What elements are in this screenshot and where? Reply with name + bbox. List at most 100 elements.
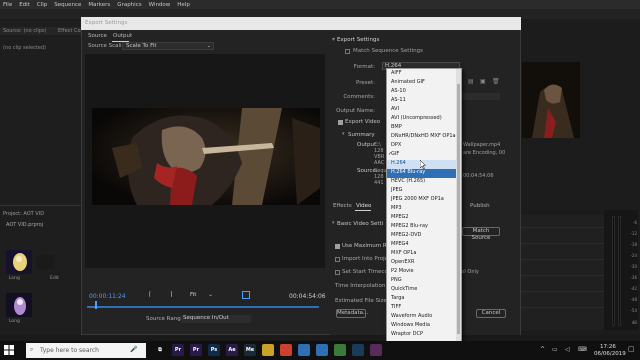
network-icon[interactable]: ▭ (552, 346, 558, 353)
keyboard-language-icon[interactable]: ⌨ (578, 346, 587, 353)
use-max-render-checkbox[interactable] (335, 244, 340, 249)
comments-field[interactable] (462, 93, 500, 100)
format-option[interactable]: AVI (Uncompressed) (389, 114, 456, 123)
mark-in-icon[interactable]: ⌈ (149, 291, 157, 299)
match-source-button[interactable]: Match Source (462, 227, 500, 241)
menu-window[interactable]: Window (149, 2, 171, 8)
format-option[interactable]: Windows Media (389, 321, 456, 330)
windows-start-icon[interactable] (4, 345, 14, 355)
menu-clip[interactable]: Clip (37, 2, 47, 8)
format-option[interactable]: AIFF (389, 69, 456, 78)
format-option[interactable]: GIF (389, 150, 456, 159)
format-option[interactable]: AS-11 (389, 96, 456, 105)
format-option[interactable]: MPEG4 (389, 240, 456, 249)
format-option[interactable]: HEVC (H.265) (389, 177, 456, 186)
tab-effect-controls[interactable]: Effect Controls (58, 28, 82, 34)
format-option[interactable]: Waveform Audio (389, 312, 456, 321)
file-explorer-icon[interactable] (262, 344, 274, 356)
format-option[interactable]: MXF OP1a (389, 249, 456, 258)
playhead[interactable] (95, 301, 97, 309)
mark-out-icon[interactable]: ⌉ (170, 291, 178, 299)
store-icon[interactable] (316, 344, 328, 356)
save-preset-icon[interactable]: ▤ (468, 78, 474, 85)
format-option[interactable]: Wraptor DCP (389, 330, 456, 339)
microphone-icon[interactable]: 🎤 (130, 346, 137, 353)
tab-video[interactable]: Video (356, 203, 371, 209)
after-effects-icon[interactable]: Ae (226, 344, 238, 356)
import-into-project-checkbox[interactable] (335, 257, 340, 262)
meter-tick: -18 (630, 242, 637, 247)
menu-sequence[interactable]: Sequence (54, 2, 81, 8)
format-option[interactable]: OpenEXR (389, 258, 456, 267)
delete-preset-icon[interactable]: 🗑 (492, 78, 500, 85)
format-option[interactable]: MPEG2-DVD (389, 231, 456, 240)
collapse-arrow-icon[interactable]: ▾ (342, 131, 345, 137)
zoom-fit-select[interactable]: Fit ⌄ (190, 292, 220, 300)
format-option[interactable]: MP3 (389, 204, 456, 213)
format-option[interactable]: AS-10 (389, 87, 456, 96)
clock-time[interactable]: 17:26 (600, 344, 616, 350)
format-option[interactable]: QuickTime (389, 285, 456, 294)
format-option[interactable]: DPX (389, 141, 456, 150)
collapse-arrow-icon[interactable]: ▾ (332, 220, 335, 226)
format-option[interactable]: JPEG (389, 186, 456, 195)
tray-chevron-icon[interactable]: ^ (540, 346, 545, 353)
tab-output-preview[interactable]: Output (113, 33, 132, 39)
format-option[interactable]: P2 Movie (389, 267, 456, 276)
project-thumbnail[interactable] (6, 293, 32, 317)
tab-publish[interactable]: Publish (470, 203, 490, 209)
menu-markers[interactable]: Markers (88, 2, 110, 8)
timeline-tracks[interactable] (520, 215, 604, 330)
dropdown-scroll-thumb[interactable] (457, 84, 460, 334)
format-option[interactable]: MPEG2 (389, 213, 456, 222)
cancel-button[interactable]: Cancel (476, 309, 506, 318)
app-icon[interactable] (370, 344, 382, 356)
metadata-button[interactable]: Metadata... (336, 309, 368, 318)
project-tab[interactable]: Project: AOT VID (3, 211, 44, 217)
dialog-title-bar[interactable]: Export Settings (81, 17, 521, 30)
source-range-select[interactable]: Sequence In/Out (181, 315, 251, 323)
volume-icon[interactable]: ◁ (565, 346, 570, 353)
format-option[interactable]: AVI (389, 105, 456, 114)
source-range-value: Sequence In/Out (183, 315, 229, 321)
crop-icon[interactable] (242, 291, 250, 299)
format-option[interactable]: Targa (389, 294, 456, 303)
current-timecode[interactable]: 00:00:11:24 (89, 293, 126, 300)
steam-icon[interactable] (352, 344, 364, 356)
format-option[interactable]: Animated GIF (389, 78, 456, 87)
set-start-timecode-checkbox[interactable] (335, 270, 340, 275)
task-view-icon[interactable]: ⧉ (154, 344, 166, 356)
source-scaling-select[interactable]: Scale To Fit ⌄ (122, 42, 214, 50)
chrome-icon[interactable] (280, 344, 292, 356)
tab-source[interactable]: Source: (no clips) (3, 28, 46, 34)
work-area-bar[interactable] (87, 306, 319, 308)
premiere-icon-2[interactable]: Pr (190, 344, 202, 356)
tab-source-preview[interactable]: Source (88, 33, 107, 39)
photoshop-icon[interactable]: Ps (208, 344, 220, 356)
format-option[interactable]: TIFF (389, 303, 456, 312)
import-preset-icon[interactable]: ▣ (480, 78, 486, 85)
output-filename: Wallpaper.mp4 (463, 142, 501, 148)
format-option[interactable]: DNxHR/DNxHD MXF OP1a (389, 132, 456, 141)
format-option[interactable]: JPEG 2000 MXF OP1a (389, 195, 456, 204)
project-thumbnail[interactable] (6, 250, 32, 274)
collapse-arrow-icon[interactable]: ▾ (332, 36, 335, 43)
export-video-checkbox[interactable] (338, 120, 343, 125)
menu-edit[interactable]: Edit (19, 2, 30, 8)
menu-help[interactable]: Help (177, 2, 190, 8)
format-option[interactable]: H.264 Blu-ray (389, 168, 456, 177)
format-option[interactable]: BMP (389, 123, 456, 132)
project-thumbnail[interactable] (36, 255, 54, 269)
notifications-icon[interactable]: ▢ (628, 345, 635, 353)
format-option[interactable]: MPEG2 Blu-ray (389, 222, 456, 231)
format-option[interactable]: PNG (389, 276, 456, 285)
clock-date[interactable]: 06/06/2019 (594, 351, 626, 357)
media-encoder-icon[interactable]: Me (244, 344, 256, 356)
game-icon[interactable] (334, 344, 346, 356)
premiere-icon[interactable]: Pr (172, 344, 184, 356)
tab-effects[interactable]: Effects (333, 203, 352, 209)
menu-graphics[interactable]: Graphics (117, 2, 141, 8)
mail-icon[interactable] (298, 344, 310, 356)
menu-file[interactable]: File (3, 2, 12, 8)
match-sequence-checkbox[interactable] (345, 49, 350, 54)
